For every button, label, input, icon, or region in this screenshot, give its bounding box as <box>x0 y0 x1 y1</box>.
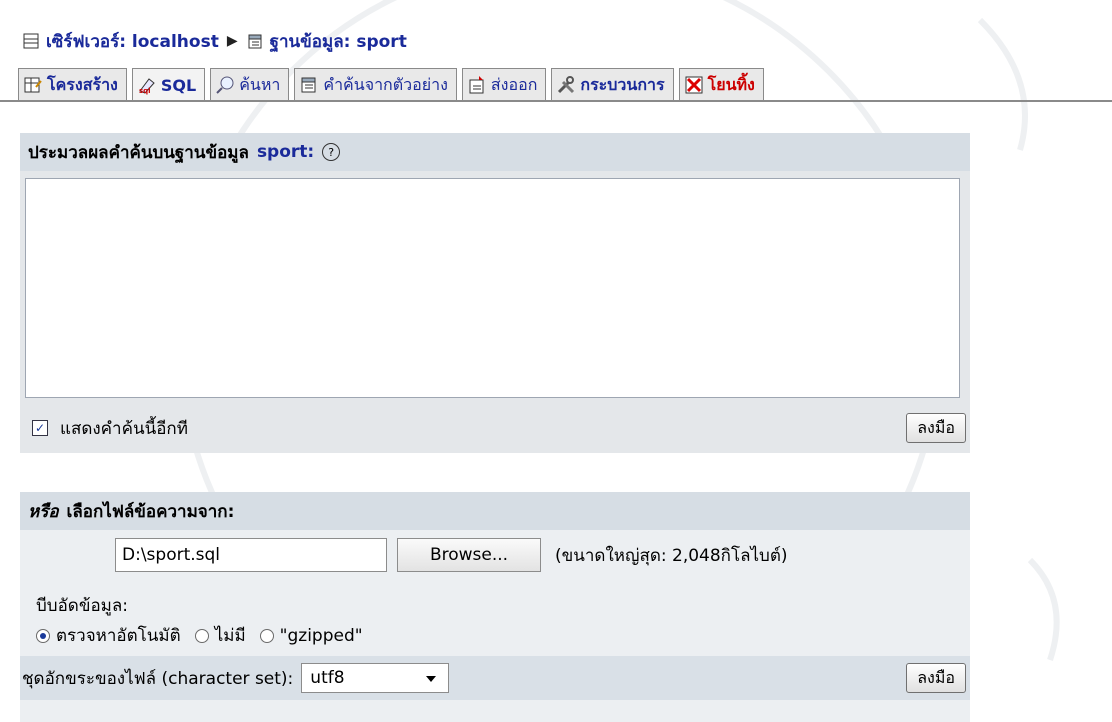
tab-sql-label: SQL <box>160 75 197 95</box>
tab-operations-label: กระบวนการ <box>580 74 665 94</box>
tab-drop-label: โยนทิ้ง <box>707 74 755 94</box>
chevron-down-icon <box>426 676 437 682</box>
charset-row: ชุดอักขระของไฟล์ (character set): utf8 ล… <box>20 656 970 700</box>
export-icon <box>469 76 484 94</box>
compression-option-gzip-label: "gzipped" <box>279 625 363 646</box>
help-icon[interactable]: ? <box>322 143 341 161</box>
show-query-again-label: แสดงคำค้นนี้อีกที <box>60 418 188 439</box>
tab-operations[interactable]: กระบวนการ <box>551 68 674 101</box>
tab-query[interactable]: คำค้นจากตัวอย่าง <box>294 68 457 101</box>
compression-option-none[interactable]: ไม่มี <box>194 622 246 649</box>
tab-drop[interactable]: โยนทิ้ง <box>678 68 764 101</box>
database-icon <box>248 34 262 49</box>
file-path-input[interactable]: D:\sport.sql <box>115 538 387 572</box>
file-import-panel: หรือ เลือกไฟล์ข้อความจาก: D:\sport.sql B… <box>20 492 970 722</box>
compression-option-gzip[interactable]: "gzipped" <box>259 625 363 646</box>
tabs-divider <box>0 100 1112 102</box>
compression-option-auto-label: ตรวจหาอัตโนมัติ <box>56 626 181 646</box>
max-size-text: (ขนาดใหญ่สุด: 2,048กิโลไบต์) <box>555 545 788 566</box>
compression-label: บีบอัดข้อมูล: <box>36 596 129 616</box>
search-icon <box>216 76 234 94</box>
radio-button[interactable] <box>259 628 274 643</box>
show-query-again-checkbox[interactable]: ✓ <box>32 420 48 436</box>
tab-bar: โครงสร้าง sql SQL ค้นหา คำค้นจากตัวอย่าง <box>18 68 769 101</box>
sql-icon: sql <box>139 78 155 95</box>
query-icon <box>301 77 316 93</box>
sql-query-panel: ประมวลผลคำค้นบนฐานข้อมูล sport: ? ✓ แสดง… <box>20 133 970 453</box>
breadcrumb: เซิร์ฟเวอร์: localhost ▶ ฐานข้อมูล: spor… <box>22 26 407 56</box>
tab-structure[interactable]: โครงสร้าง <box>18 68 127 101</box>
operations-icon <box>558 76 575 94</box>
tab-export-label: ส่งออก <box>490 74 538 94</box>
sql-panel-footer: ✓ แสดงคำค้นนี้อีกที ลงมือ <box>20 403 970 453</box>
charset-label: ชุดอักขระของไฟล์ (character set): <box>22 668 294 689</box>
charset-value: utf8 <box>310 668 345 688</box>
sql-query-textarea[interactable] <box>25 178 960 398</box>
compression-options: ตรวจหาอัตโนมัติ ไม่มี "gzipped" <box>36 622 377 649</box>
tab-structure-label: โครงสร้าง <box>47 74 118 94</box>
import-go-button[interactable]: ลงมือ <box>906 663 966 693</box>
file-panel-title-em: หรือ <box>28 501 59 522</box>
charset-select[interactable]: utf8 <box>301 663 450 693</box>
sql-panel-db-name[interactable]: sport: <box>257 142 314 162</box>
file-picker-row: D:\sport.sql Browse... (ขนาดใหญ่สุด: 2,0… <box>115 538 788 572</box>
sql-panel-header: ประมวลผลคำค้นบนฐานข้อมูล sport: ? <box>20 133 970 171</box>
server-link[interactable]: เซิร์ฟเวอร์: localhost <box>46 28 219 55</box>
file-panel-header: หรือ เลือกไฟล์ข้อความจาก: <box>20 492 970 530</box>
tab-search[interactable]: ค้นหา <box>210 68 290 101</box>
server-icon <box>23 33 39 49</box>
breadcrumb-separator: ▶ <box>226 33 238 49</box>
file-panel-title: เลือกไฟล์ข้อความจาก: <box>66 501 235 522</box>
svg-text:sql: sql <box>139 87 151 95</box>
database-link[interactable]: ฐานข้อมูล: sport <box>270 28 407 55</box>
sql-go-button[interactable]: ลงมือ <box>906 413 966 443</box>
tab-query-label: คำค้นจากตัวอย่าง <box>323 74 448 94</box>
tab-search-label: ค้นหา <box>239 74 281 94</box>
tab-sql[interactable]: sql SQL <box>131 68 206 101</box>
drop-icon <box>685 76 703 94</box>
structure-icon <box>24 77 42 93</box>
sql-panel-title: ประมวลผลคำค้นบนฐานข้อมูล <box>28 142 249 163</box>
tab-export[interactable]: ส่งออก <box>461 68 547 101</box>
browse-button[interactable]: Browse... <box>397 538 541 572</box>
radio-button[interactable] <box>36 628 50 643</box>
radio-button[interactable] <box>194 628 209 643</box>
compression-option-auto[interactable]: ตรวจหาอัตโนมัติ <box>36 622 181 649</box>
compression-option-none-label: ไม่มี <box>214 626 246 646</box>
